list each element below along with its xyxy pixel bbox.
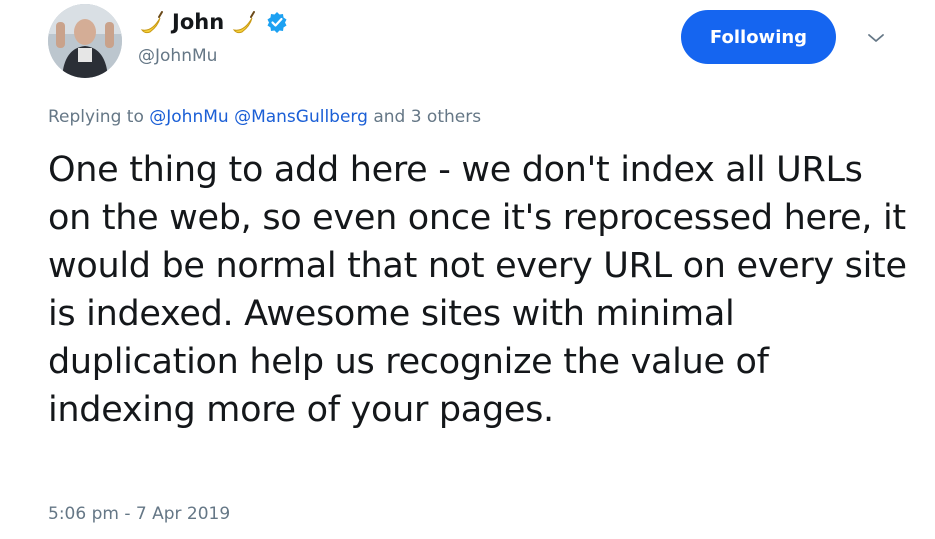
replying-to-others[interactable]: and 3 others [373, 107, 481, 127]
chevron-down-icon[interactable] [866, 28, 886, 48]
verified-badge-icon [266, 11, 288, 33]
tweet-timestamp[interactable]: 5:06 pm - 7 Apr 2019 [48, 504, 230, 524]
author-name-row[interactable]: John [138, 8, 288, 36]
tweet-text: One thing to add here - we don't index a… [48, 150, 907, 430]
replying-to-prefix: Replying to [48, 107, 144, 127]
replying-to: Replying to @JohnMu @MansGullberg and 3 … [48, 107, 481, 127]
avatar[interactable] [48, 4, 122, 78]
mention-link-johnmu[interactable]: @JohnMu [149, 107, 228, 127]
following-button[interactable]: Following [681, 10, 836, 64]
banana-icon [138, 8, 166, 36]
banana-icon [230, 8, 258, 36]
mention-link-mansgullberg[interactable]: @MansGullberg [234, 107, 368, 127]
author-display-name: John [172, 10, 225, 34]
author-handle[interactable]: @JohnMu [138, 46, 217, 66]
